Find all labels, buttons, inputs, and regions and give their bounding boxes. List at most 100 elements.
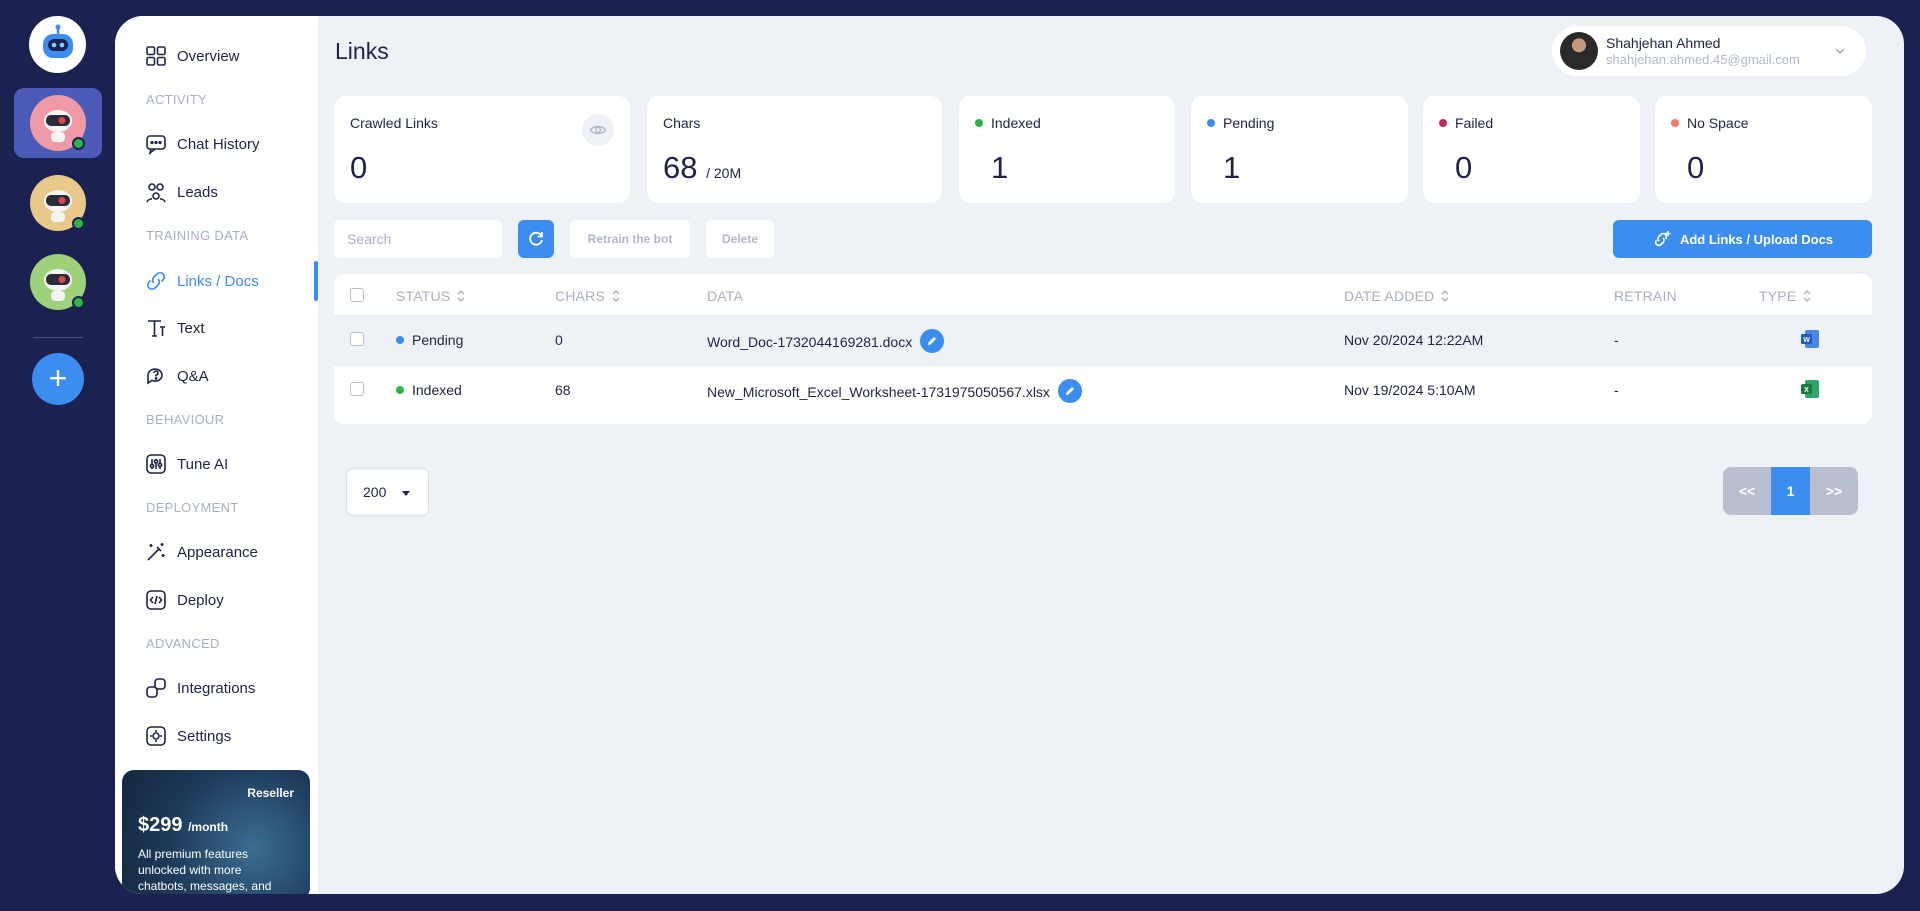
chars-cell: 68: [555, 382, 571, 398]
select-all-checkbox[interactable]: [350, 288, 364, 302]
stat-card-crawled-links: Crawled Links 0: [334, 96, 630, 203]
status-text: Pending: [412, 332, 464, 348]
stat-label: No Space: [1671, 115, 1856, 131]
sort-icon: [1803, 290, 1811, 302]
sidebar-item-label: Links / Docs: [177, 272, 259, 290]
sidebar-item-appearance[interactable]: Appearance: [145, 539, 258, 565]
prev-page-button[interactable]: <<: [1723, 467, 1771, 515]
page-title: Links: [335, 38, 389, 64]
status-dot: [1439, 119, 1447, 127]
sidebar-item-integrations[interactable]: Integrations: [145, 675, 255, 701]
sidebar-item-label: Q&A: [177, 367, 209, 385]
avatar: [1560, 32, 1598, 70]
column-header-label: RETRAIN: [1614, 288, 1677, 304]
sidebar-item-links-docs[interactable]: Links / Docs: [145, 268, 259, 294]
delete-button[interactable]: Delete: [706, 220, 774, 258]
sidebar-item-chat-history[interactable]: Chat History: [145, 131, 260, 157]
next-page-button[interactable]: >>: [1810, 467, 1858, 515]
edit-button[interactable]: [920, 329, 945, 353]
bot-rail: +: [0, 0, 115, 911]
pagination: << 1 >>: [1723, 467, 1858, 515]
table-header: STATUS CHARS DATA DATE ADDED RETRAIN TYP…: [334, 274, 1872, 316]
stat-card-indexed: Indexed 1: [959, 96, 1175, 203]
online-status-dot: [72, 217, 85, 230]
reseller-promo-card[interactable]: Reseller $299 /month All premium feature…: [122, 770, 310, 894]
add-link-icon: [1654, 231, 1671, 247]
page-size-select[interactable]: 200: [346, 468, 429, 516]
stat-suffix: / 20M: [706, 165, 742, 181]
stat-label: Failed: [1439, 115, 1624, 131]
bot-avatar-yellow[interactable]: [30, 175, 86, 231]
column-header-date-added[interactable]: DATE ADDED: [1344, 288, 1450, 304]
retrain-bot-button[interactable]: Retrain the bot: [570, 220, 690, 258]
caret-down-icon: [402, 491, 410, 496]
sidebar-item-label: Appearance: [177, 543, 258, 561]
section-advanced: ADVANCED: [146, 636, 220, 651]
sidebar-item-tune-ai[interactable]: Tune AI: [145, 451, 228, 477]
page-number-button[interactable]: 1: [1771, 467, 1810, 515]
links-table: STATUS CHARS DATA DATE ADDED RETRAIN TYP…: [334, 274, 1872, 424]
svg-text:X: X: [1804, 387, 1809, 394]
stat-label-text: Failed: [1455, 115, 1494, 131]
promo-description: All premium features unlocked with more …: [138, 847, 272, 893]
refresh-button[interactable]: [518, 220, 554, 258]
text-icon: [148, 320, 165, 337]
stat-label: Indexed: [975, 115, 1159, 131]
stat-label: Crawled Links: [350, 115, 438, 131]
column-header-label: STATUS: [396, 288, 451, 304]
stat-card-chars: Chars 68 / 20M: [647, 96, 942, 203]
word-icon: W: [1801, 330, 1819, 348]
edit-button[interactable]: [1057, 379, 1082, 403]
column-header-chars[interactable]: CHARS: [555, 288, 621, 304]
sort-icon: [1441, 290, 1449, 302]
add-bot-button[interactable]: +: [32, 353, 84, 405]
column-header-status[interactable]: STATUS: [396, 288, 466, 304]
row-checkbox[interactable]: [350, 382, 364, 396]
chars-cell: 0: [555, 332, 563, 348]
add-button-label: Add Links / Upload Docs: [1679, 231, 1834, 247]
row-checkbox[interactable]: [350, 332, 364, 346]
user-menu[interactable]: Shahjehan Ahmed shahjehan.ahmed.45@gmail…: [1552, 26, 1866, 76]
online-status-dot: [72, 137, 85, 150]
stat-label: Pending: [1207, 115, 1392, 131]
sidebar-item-label: Leads: [177, 183, 218, 201]
sort-icon: [457, 290, 465, 302]
sidebar-item-leads[interactable]: Leads: [145, 179, 218, 205]
status-cell: Pending: [396, 332, 463, 348]
view-crawled-links-button[interactable]: [582, 114, 614, 146]
column-header-type[interactable]: TYPE: [1759, 288, 1812, 304]
sidebar-item-qa[interactable]: Q&A: [145, 363, 209, 389]
refresh-icon: [529, 231, 543, 246]
table-row[interactable]: Indexed 68 New_Microsoft_Excel_Worksheet…: [334, 366, 1872, 416]
sidebar-item-overview[interactable]: Overview: [145, 43, 240, 69]
page-size-value: 200: [363, 484, 387, 500]
chat-icon: [146, 135, 166, 155]
column-header-label: TYPE: [1759, 288, 1797, 304]
table-row[interactable]: Pending 0 Word_Doc-1732044169281.docx No…: [334, 316, 1872, 366]
stat-value: 0: [350, 150, 368, 185]
status-dot: [396, 336, 404, 344]
search-input[interactable]: [334, 220, 502, 258]
excel-icon: X: [1801, 380, 1819, 398]
stat-value: 1: [991, 150, 1009, 185]
chevron-down-icon: [1835, 48, 1845, 55]
stat-label: Chars: [663, 115, 701, 131]
bot-avatar-pink[interactable]: [30, 95, 86, 151]
sidebar-item-settings[interactable]: Settings: [145, 723, 231, 749]
stat-value-number: 68: [663, 150, 698, 185]
sidebar-item-text[interactable]: Text: [145, 315, 205, 341]
sidebar-item-label: Text: [177, 319, 205, 337]
column-header-data: DATA: [707, 288, 743, 304]
bot-avatar-green[interactable]: [30, 254, 86, 310]
robot-logo-icon: [42, 24, 73, 58]
people-icon: [146, 183, 166, 203]
app-logo[interactable]: [29, 16, 86, 73]
stat-label-text: No Space: [1687, 115, 1749, 131]
sidebar-item-deploy[interactable]: Deploy: [145, 587, 224, 613]
date-cell: Nov 19/2024 5:10AM: [1344, 382, 1476, 398]
file-name: New_Microsoft_Excel_Worksheet-1731975050…: [707, 384, 1050, 400]
rail-divider: [33, 337, 83, 338]
date-cell: Nov 20/2024 12:22AM: [1344, 332, 1484, 348]
column-header-label: DATE ADDED: [1344, 288, 1435, 304]
add-links-upload-docs-button[interactable]: Add Links / Upload Docs: [1613, 220, 1872, 258]
